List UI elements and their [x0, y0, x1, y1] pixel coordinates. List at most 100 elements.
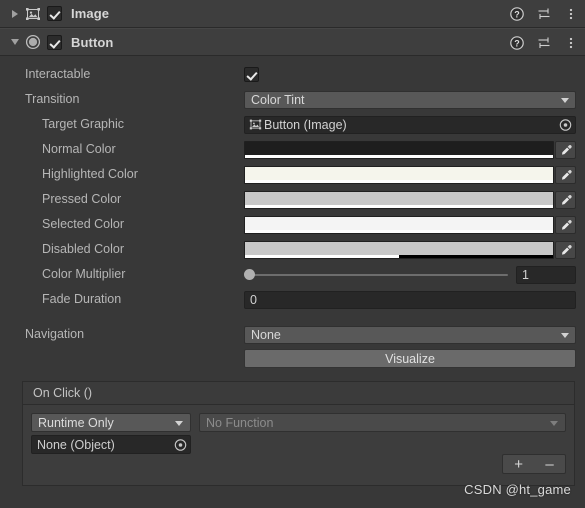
component-header-icons-button: ?: [509, 29, 579, 57]
on-click-entry-left: Runtime Only None (Object): [31, 413, 191, 454]
chevron-down-icon: [175, 420, 183, 426]
navigation-dropdown[interactable]: None: [244, 325, 576, 344]
object-picker-icon[interactable]: [173, 437, 188, 452]
target-graphic-object-field[interactable]: Button (Image): [244, 115, 576, 134]
on-click-header: On Click (): [22, 381, 575, 404]
field-color-multiplier: 1: [244, 265, 576, 284]
field-disabled-color: [244, 240, 576, 259]
color-multiplier-slider[interactable]: [244, 266, 510, 284]
slider-handle[interactable]: [244, 269, 255, 280]
highlighted-color-swatch[interactable]: [244, 165, 554, 184]
svg-text:?: ?: [514, 9, 520, 19]
component-title-button: Button: [71, 34, 114, 50]
label-fade-duration: Fade Duration: [42, 292, 122, 307]
component-title-image: Image: [71, 6, 110, 21]
remove-listener-button[interactable]: –: [545, 457, 553, 472]
help-icon[interactable]: ?: [509, 6, 525, 22]
chevron-down-icon: [550, 420, 558, 426]
field-fade-duration: 0: [244, 290, 576, 309]
color-multiplier-value-field[interactable]: 1: [516, 265, 576, 284]
eyedropper-icon[interactable]: [555, 190, 576, 209]
label-target-graphic: Target Graphic: [42, 117, 124, 132]
row-color: Normal Color: [0, 137, 585, 162]
component-header-button[interactable]: Button ?: [0, 28, 585, 56]
help-icon[interactable]: ?: [509, 35, 525, 51]
svg-text:?: ?: [514, 38, 520, 48]
event-mode-value: Runtime Only: [38, 415, 114, 430]
label-pressed-color: Pressed Color: [42, 192, 122, 207]
field-highlighted-color: [244, 165, 576, 184]
component-enabled-checkbox-button[interactable]: [47, 34, 62, 50]
component-header-icons-image: ?: [509, 0, 579, 28]
row-color: Selected Color: [0, 212, 585, 237]
image-component-icon: [24, 5, 42, 23]
field-pressed-color: [244, 190, 576, 209]
more-menu-icon[interactable]: [563, 35, 579, 51]
more-menu-icon[interactable]: [563, 6, 579, 22]
slider-track: [249, 273, 508, 276]
row-color: Highlighted Color: [0, 162, 585, 187]
preset-icon[interactable]: [536, 35, 552, 51]
visualize-label: Visualize: [385, 351, 435, 366]
selected-color-swatch[interactable]: [244, 215, 554, 234]
field-selected-color: [244, 215, 576, 234]
label-navigation: Navigation: [25, 327, 85, 342]
event-target-object-field[interactable]: None (Object): [31, 435, 191, 454]
row-transition: Transition Color Tint: [0, 87, 585, 112]
interactable-checkbox[interactable]: [244, 67, 259, 82]
row-target-graphic: Target Graphic Button (Image): [0, 112, 585, 137]
label-interactable: Interactable: [25, 67, 91, 82]
object-picker-icon[interactable]: [558, 117, 573, 132]
field-visualize: Visualize: [244, 349, 576, 368]
event-mode-dropdown[interactable]: Runtime Only: [31, 413, 191, 432]
navigation-value: None: [251, 327, 281, 342]
eyedropper-icon[interactable]: [555, 240, 576, 259]
on-click-title: On Click (): [33, 386, 93, 400]
row-color: Pressed Color: [0, 187, 585, 212]
component-enabled-checkbox-image[interactable]: [47, 6, 62, 21]
on-click-entry: Runtime Only None (Object) No Function: [31, 413, 566, 454]
button-component-icon: [24, 33, 42, 51]
image-component-icon: [249, 119, 262, 130]
transition-dropdown[interactable]: Color Tint: [244, 90, 576, 109]
eyedropper-icon[interactable]: [555, 215, 576, 234]
eyedropper-icon[interactable]: [555, 140, 576, 159]
row-color-multiplier: Color Multiplier 1: [0, 262, 585, 287]
label-transition: Transition: [25, 92, 80, 107]
foldout-toggle-button[interactable]: [8, 35, 22, 49]
component-header-image[interactable]: Image ?: [0, 0, 585, 28]
color-rows: Normal Color Highlighted Color Pressed C…: [0, 137, 585, 262]
disabled-color-swatch[interactable]: [244, 240, 554, 259]
visualize-button[interactable]: Visualize: [244, 349, 576, 368]
event-function-dropdown[interactable]: No Function: [199, 413, 566, 432]
fade-duration-input[interactable]: 0: [244, 290, 576, 309]
button-properties: Interactable Transition Color Tint Targe…: [0, 56, 585, 370]
target-graphic-value: Button (Image): [264, 117, 347, 132]
row-visualize: Visualize: [0, 347, 585, 370]
on-click-footer: + –: [31, 454, 566, 476]
color-multiplier-value: 1: [522, 267, 529, 282]
normal-color-swatch[interactable]: [244, 140, 554, 159]
unity-inspector-panel: Image ? Button ? Interactable Transition…: [0, 0, 585, 508]
label-highlighted-color: Highlighted Color: [42, 167, 138, 182]
row-interactable: Interactable: [0, 62, 585, 87]
on-click-entry-right: No Function: [199, 413, 566, 432]
label-disabled-color: Disabled Color: [42, 242, 124, 257]
transition-value: Color Tint: [251, 92, 305, 107]
field-normal-color: [244, 140, 576, 159]
triangle-down-icon: [11, 39, 19, 45]
event-function-value: No Function: [206, 415, 274, 430]
add-listener-button[interactable]: +: [514, 457, 523, 472]
chevron-down-icon: [561, 332, 569, 338]
label-color-multiplier: Color Multiplier: [42, 267, 126, 282]
eyedropper-icon[interactable]: [555, 165, 576, 184]
foldout-toggle-image[interactable]: [8, 7, 22, 21]
field-interactable: [244, 67, 576, 82]
on-click-event-section: On Click () Runtime Only None (Object) N…: [22, 381, 575, 486]
preset-icon[interactable]: [536, 6, 552, 22]
on-click-entries: Runtime Only None (Object) No Function +…: [22, 404, 575, 486]
event-target-value: None (Object): [37, 437, 115, 452]
pressed-color-swatch[interactable]: [244, 190, 554, 209]
fade-duration-value: 0: [250, 292, 257, 307]
field-target-graphic: Button (Image): [244, 115, 576, 134]
